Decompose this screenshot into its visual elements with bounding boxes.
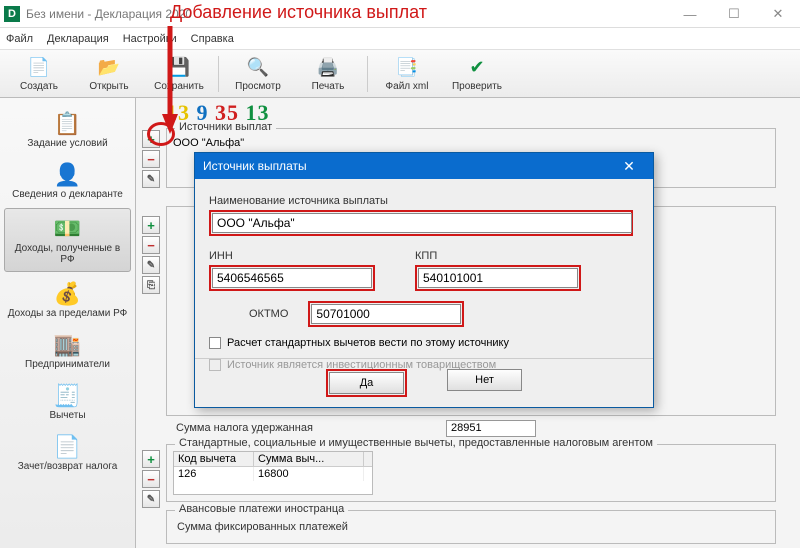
tax-withheld-label: Сумма налога удержанная bbox=[176, 422, 313, 434]
toolbar-open-label: Открыть bbox=[89, 81, 128, 92]
person-icon: 👤 bbox=[52, 161, 84, 189]
sidebar-label: Доходы, полученные в РФ bbox=[9, 243, 126, 265]
money-icon: 💵 bbox=[52, 215, 84, 243]
toolbar-create-label: Создать bbox=[20, 81, 58, 92]
advance-fieldset: Авансовые платежи иностранца Сумма фикси… bbox=[166, 510, 776, 544]
edit-deduction-button[interactable]: ✎ bbox=[142, 490, 160, 508]
checkbox-icon bbox=[209, 337, 221, 349]
shop-icon: 🏬 bbox=[52, 331, 84, 359]
sidebar-item-entrepreneur[interactable]: 🏬 Предприниматели bbox=[0, 325, 135, 376]
no-button[interactable]: Нет bbox=[447, 369, 522, 391]
toolbar-xml[interactable]: 📑 Файл xml bbox=[376, 53, 438, 94]
menu-file[interactable]: Файл bbox=[6, 33, 33, 45]
add-source-button[interactable]: + bbox=[142, 130, 160, 148]
dialog-close-button[interactable]: ✕ bbox=[613, 156, 645, 176]
sidebar-item-income-rf[interactable]: 💵 Доходы, полученные в РФ bbox=[4, 208, 131, 272]
oktmo-label: ОКТМО bbox=[249, 308, 288, 320]
delete-deduction-button[interactable]: − bbox=[142, 470, 160, 488]
sidebar-label: Зачет/возврат налога bbox=[18, 461, 118, 472]
moneybag-icon: 💰 bbox=[52, 280, 84, 308]
maximize-button[interactable]: ☐ bbox=[712, 0, 756, 28]
toolbar-check-label: Проверить bbox=[452, 81, 502, 92]
open-folder-icon: 📂 bbox=[97, 55, 121, 79]
edit-income-button[interactable]: ✎ bbox=[142, 256, 160, 274]
xml-icon: 📑 bbox=[395, 55, 419, 79]
name-input[interactable] bbox=[212, 213, 632, 233]
add-deduction-button[interactable]: + bbox=[142, 450, 160, 468]
cell-sum: 16800 bbox=[254, 467, 364, 481]
toolbar-print-label: Печать bbox=[312, 81, 345, 92]
toolbar-open[interactable]: 📂 Открыть bbox=[78, 53, 140, 94]
oktmo-input[interactable] bbox=[311, 304, 461, 324]
tax-withheld-value[interactable]: 28951 bbox=[446, 420, 536, 437]
check-icon: ✔ bbox=[465, 55, 489, 79]
sidebar-label: Задание условий bbox=[27, 138, 107, 149]
toolbar-save[interactable]: 💾 Сохранить bbox=[148, 53, 210, 94]
source-dialog: Источник выплаты ✕ Наименование источник… bbox=[194, 152, 654, 408]
yes-button[interactable]: Да bbox=[329, 372, 404, 394]
sidebar-label: Вычеты bbox=[49, 410, 85, 421]
edit-source-button[interactable]: ✎ bbox=[142, 170, 160, 188]
deductions-fieldset: Стандартные, социальные и имущественные … bbox=[166, 444, 776, 502]
toolbar-xml-label: Файл xml bbox=[386, 81, 429, 92]
sidebar-item-conditions[interactable]: 📋 Задание условий bbox=[0, 104, 135, 155]
sidebar-label: Предприниматели bbox=[25, 359, 110, 370]
sidebar-item-declarant[interactable]: 👤 Сведения о декларанте bbox=[0, 155, 135, 206]
close-button[interactable]: ✕ bbox=[756, 0, 800, 28]
toolbar-preview[interactable]: 🔍 Просмотр bbox=[227, 53, 289, 94]
copy-income-button[interactable]: ⎘ bbox=[142, 276, 160, 294]
toolbar-separator bbox=[367, 56, 368, 92]
preview-icon: 🔍 bbox=[246, 55, 270, 79]
window-title: Без имени - Декларация 2020 bbox=[26, 7, 192, 21]
dialog-title-text: Источник выплаты bbox=[203, 159, 307, 173]
name-label: Наименование источника выплаты bbox=[209, 195, 639, 207]
inn-input[interactable] bbox=[212, 268, 372, 288]
cell-code: 126 bbox=[174, 467, 254, 481]
add-income-button[interactable]: + bbox=[142, 216, 160, 234]
sidebar-label: Доходы за пределами РФ bbox=[8, 308, 127, 319]
toolbar: 📄 Создать 📂 Открыть 💾 Сохранить 🔍 Просмо… bbox=[0, 50, 800, 98]
new-file-icon: 📄 bbox=[27, 55, 51, 79]
delete-source-button[interactable]: − bbox=[142, 150, 160, 168]
source-row[interactable]: ООО "Альфа" bbox=[173, 137, 244, 149]
menu-settings[interactable]: Настройки bbox=[123, 33, 177, 45]
sidebar-label: Сведения о декларанте bbox=[12, 189, 123, 200]
save-icon: 💾 bbox=[167, 55, 191, 79]
toolbar-print[interactable]: 🖨️ Печать bbox=[297, 53, 359, 94]
advance-label: Сумма фиксированных платежей bbox=[177, 521, 348, 533]
inn-label: ИНН bbox=[209, 250, 375, 262]
print-icon: 🖨️ bbox=[316, 55, 340, 79]
col-code: Код вычета bbox=[174, 452, 254, 466]
sidebar-item-deductions[interactable]: 🧾 Вычеты bbox=[0, 376, 135, 427]
return-icon: 📄 bbox=[52, 433, 84, 461]
annotation-title: Добавление источника выплат bbox=[170, 2, 427, 23]
sources-legend: Источники выплат bbox=[175, 121, 276, 133]
col-sum: Сумма выч... bbox=[254, 452, 364, 466]
toolbar-preview-label: Просмотр bbox=[235, 81, 281, 92]
clipboard-icon: 📋 bbox=[52, 110, 84, 138]
kpp-input[interactable] bbox=[418, 268, 578, 288]
table-row[interactable]: 126 16800 bbox=[174, 467, 372, 481]
advance-legend: Авансовые платежи иностранца bbox=[175, 503, 348, 515]
delete-income-button[interactable]: − bbox=[142, 236, 160, 254]
toolbar-save-label: Сохранить bbox=[154, 81, 204, 92]
toolbar-check[interactable]: ✔ Проверить bbox=[446, 53, 508, 94]
deductions-legend: Стандартные, социальные и имущественные … bbox=[175, 437, 657, 449]
checkbox-standard-deductions[interactable]: Расчет стандартных вычетов вести по этом… bbox=[209, 337, 639, 349]
menubar: Файл Декларация Настройки Справка bbox=[0, 28, 800, 50]
menu-help[interactable]: Справка bbox=[191, 33, 234, 45]
doc-icon: 🧾 bbox=[52, 382, 84, 410]
dialog-titlebar[interactable]: Источник выплаты ✕ bbox=[195, 153, 653, 179]
menu-declaration[interactable]: Декларация bbox=[47, 33, 109, 45]
minimize-button[interactable]: — bbox=[668, 0, 712, 28]
toolbar-create[interactable]: 📄 Создать bbox=[8, 53, 70, 94]
sidebar-item-income-abroad[interactable]: 💰 Доходы за пределами РФ bbox=[0, 274, 135, 325]
checkbox-label: Расчет стандартных вычетов вести по этом… bbox=[227, 337, 509, 349]
sidebar: 📋 Задание условий 👤 Сведения о декларант… bbox=[0, 98, 136, 548]
kpp-label: КПП bbox=[415, 250, 581, 262]
deductions-table[interactable]: Код вычета Сумма выч... 126 16800 bbox=[173, 451, 373, 495]
app-icon: D bbox=[4, 6, 20, 22]
toolbar-separator bbox=[218, 56, 219, 92]
sidebar-item-offset[interactable]: 📄 Зачет/возврат налога bbox=[0, 427, 135, 478]
